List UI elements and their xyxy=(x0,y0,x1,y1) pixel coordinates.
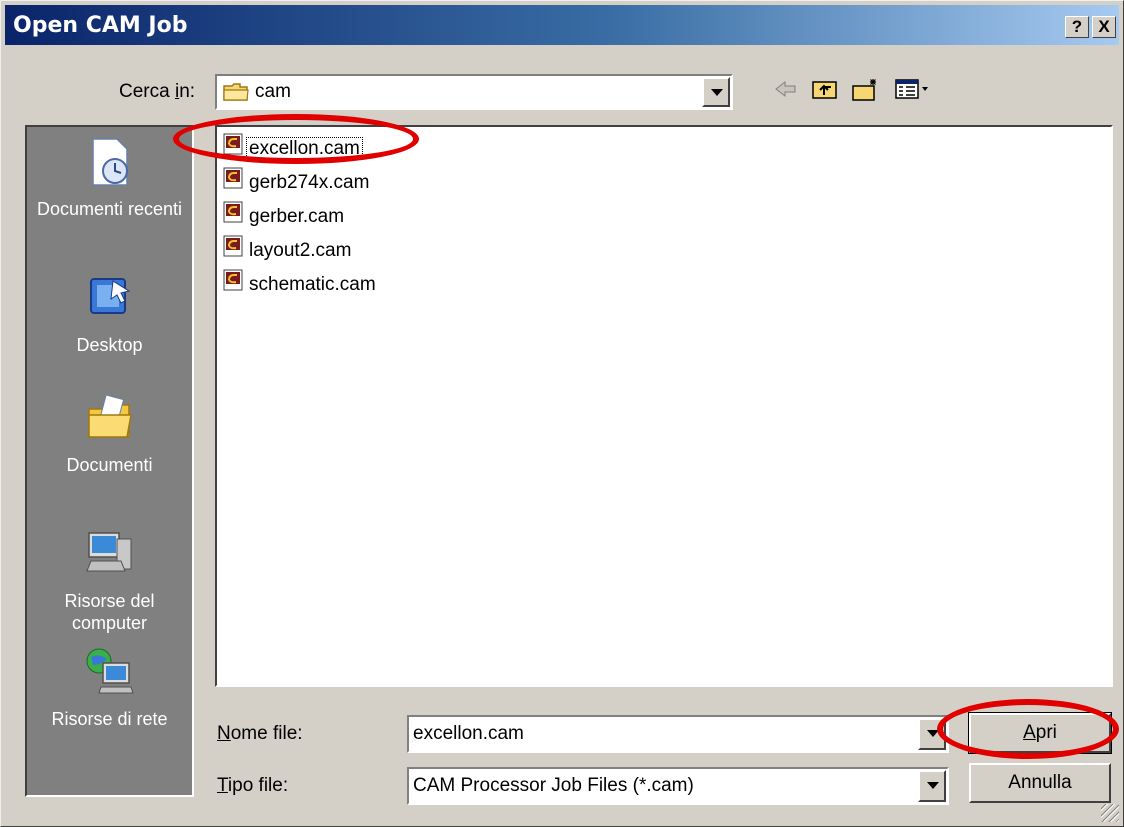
place-desktop[interactable]: Desktop xyxy=(27,271,192,356)
file-name: layout2.cam xyxy=(249,240,352,262)
file-name-dropdown-arrow[interactable] xyxy=(918,718,946,750)
file-type-label: Tipo file: xyxy=(217,775,289,796)
back-arrow-icon[interactable] xyxy=(773,77,799,106)
file-name-label: Nome file: xyxy=(217,723,303,744)
look-in-dropdown-arrow[interactable] xyxy=(702,77,730,107)
file-type-value: CAM Processor Job Files (*.cam) xyxy=(413,775,694,796)
place-my-computer[interactable]: Risorse del computer xyxy=(27,527,192,634)
place-label: Risorse di rete xyxy=(51,709,168,729)
place-recent-documents[interactable]: Documenti recenti xyxy=(27,135,192,220)
open-button[interactable]: Apri xyxy=(968,712,1112,754)
place-label: Documenti xyxy=(66,455,153,475)
cancel-button[interactable]: Annulla xyxy=(969,763,1111,803)
close-button[interactable]: X xyxy=(1092,16,1116,38)
file-name: excellon.cam xyxy=(246,137,363,161)
file-item-excellon[interactable]: excellon.cam xyxy=(223,133,363,165)
new-folder-icon[interactable] xyxy=(851,77,881,108)
file-item-schematic[interactable]: schematic.cam xyxy=(223,269,378,299)
look-in-value: cam xyxy=(255,81,291,102)
file-list[interactable]: excellon.cam gerb274x.cam gerber.cam lay… xyxy=(215,125,1113,687)
cam-file-icon xyxy=(223,269,243,301)
resize-grip[interactable] xyxy=(1101,804,1119,822)
window-title: Open CAM Job xyxy=(13,13,188,38)
file-name-input[interactable]: excellon.cam xyxy=(407,715,949,753)
help-button[interactable]: ? xyxy=(1065,16,1089,38)
file-name: gerber.cam xyxy=(249,206,345,228)
cam-file-icon xyxy=(223,201,243,233)
look-in-combo[interactable]: cam xyxy=(215,74,733,110)
file-item-layout2[interactable]: layout2.cam xyxy=(223,235,353,265)
cam-file-icon xyxy=(223,235,243,267)
file-type-select[interactable]: CAM Processor Job Files (*.cam) xyxy=(407,767,949,805)
title-bar[interactable]: Open CAM Job ? X xyxy=(5,5,1119,45)
network-icon xyxy=(27,645,192,704)
recent-documents-icon xyxy=(27,135,192,194)
place-label: Risorse del computer xyxy=(64,591,155,633)
folder-up-icon[interactable] xyxy=(811,77,839,106)
file-name: gerb274x.cam xyxy=(249,172,370,194)
cam-file-icon xyxy=(223,133,243,165)
place-label: Documenti recenti xyxy=(36,199,183,219)
my-documents-icon xyxy=(27,391,192,450)
place-network[interactable]: Risorse di rete xyxy=(27,645,192,730)
view-menu-icon[interactable] xyxy=(895,77,931,106)
file-name-value: excellon.cam xyxy=(413,723,524,744)
cam-file-icon xyxy=(223,167,243,199)
file-name: schematic.cam xyxy=(249,274,376,296)
open-cam-job-dialog: Open CAM Job ? X Cerca in: cam Documenti… xyxy=(0,0,1124,827)
place-my-documents[interactable]: Documenti xyxy=(27,391,192,476)
file-type-dropdown-arrow[interactable] xyxy=(918,770,946,802)
desktop-icon xyxy=(27,271,192,330)
places-bar: Documenti recenti Desktop Documenti Riso… xyxy=(25,125,194,797)
my-computer-icon xyxy=(27,527,192,586)
file-item-gerber[interactable]: gerber.cam xyxy=(223,201,346,231)
look-in-label: Cerca in: xyxy=(119,81,196,102)
folder-icon xyxy=(223,82,249,107)
place-label: Desktop xyxy=(76,335,143,355)
file-item-gerb274x[interactable]: gerb274x.cam xyxy=(223,167,371,197)
